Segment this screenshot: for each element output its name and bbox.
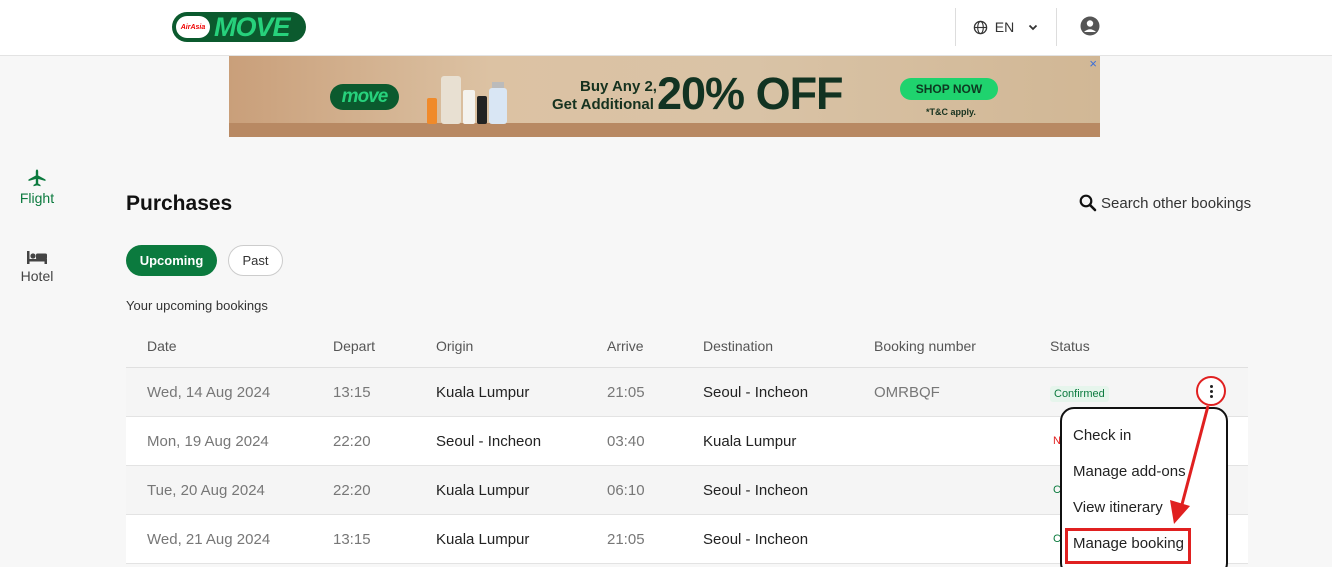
products-image: [427, 76, 507, 124]
cell-destination: Seoul - Incheon: [703, 384, 809, 401]
cell-date: Tue, 20 Aug 2024: [147, 482, 265, 499]
sidebar-item-flight[interactable]: Flight: [12, 168, 62, 206]
banner-tnc: *T&C apply.: [926, 107, 976, 117]
cell-date: Wed, 14 Aug 2024: [147, 384, 271, 401]
user-account-icon[interactable]: [1080, 16, 1100, 36]
cell-depart: 13:15: [333, 531, 371, 548]
tab-upcoming[interactable]: Upcoming: [126, 245, 217, 276]
cell-date: Wed, 21 Aug 2024: [147, 531, 271, 548]
bookings-subtitle: Your upcoming bookings: [126, 298, 268, 313]
logo-wordmark: MOVE: [214, 12, 291, 42]
banner-text-line1: Buy Any 2,: [580, 78, 657, 95]
cell-origin: Kuala Lumpur: [436, 531, 530, 548]
menu-item-check-in[interactable]: Check in: [1073, 427, 1131, 444]
more-options-button[interactable]: [1196, 376, 1226, 406]
header-date: Date: [147, 338, 177, 354]
status-badge: Confirmed: [1050, 386, 1109, 402]
cell-origin: Kuala Lumpur: [436, 384, 530, 401]
header-destination: Destination: [703, 338, 774, 354]
airasia-badge: AirAsia: [176, 16, 210, 38]
bed-icon: [27, 251, 47, 264]
banner-discount: 20% OFF: [657, 68, 844, 119]
header-booking-number: Booking number: [874, 338, 976, 354]
header-depart: Depart: [333, 338, 376, 354]
search-icon: [1079, 194, 1097, 212]
menu-item-view-itinerary[interactable]: View itinerary: [1073, 499, 1163, 516]
banner-close-icon[interactable]: ×: [1089, 56, 1097, 71]
plane-icon: [28, 169, 46, 187]
cell-depart: 13:15: [333, 384, 371, 401]
banner-move-logo: move: [330, 84, 399, 110]
cell-destination: Kuala Lumpur: [703, 433, 797, 450]
cell-arrive: 06:10: [607, 482, 645, 499]
cell-origin: Seoul - Incheon: [436, 433, 542, 450]
page-title: Purchases: [126, 192, 233, 215]
cell-arrive: 21:05: [607, 384, 645, 401]
cell-destination: Seoul - Incheon: [703, 531, 809, 548]
cell-origin: Kuala Lumpur: [436, 482, 530, 499]
menu-item-manage-addons[interactable]: Manage add-ons: [1073, 463, 1186, 480]
sidebar-item-hotel[interactable]: Hotel: [12, 248, 62, 284]
language-selector[interactable]: EN: [955, 8, 1057, 46]
cell-destination: Seoul - Incheon: [703, 482, 809, 499]
shop-now-button[interactable]: SHOP NOW: [900, 78, 998, 100]
header-origin: Origin: [436, 338, 474, 354]
tab-past[interactable]: Past: [228, 245, 283, 276]
cell-booking-number: OMRBQF: [874, 384, 940, 401]
chevron-down-icon: [1029, 24, 1038, 31]
table-header: Date Depart Origin Arrive Destination Bo…: [126, 330, 1248, 368]
highlight-annotation-box: [1065, 528, 1191, 564]
kebab-icon: [1209, 384, 1213, 399]
search-other-bookings[interactable]: Search other bookings: [1078, 193, 1251, 213]
cell-depart: 22:20: [333, 433, 371, 450]
cell-date: Mon, 19 Aug 2024: [147, 433, 269, 450]
cell-arrive: 03:40: [607, 433, 645, 450]
airasia-move-logo[interactable]: AirAsia MOVE: [172, 12, 306, 42]
sidebar-item-label: Hotel: [20, 268, 54, 284]
banner-text-line2: Get Additional: [552, 96, 654, 113]
globe-icon: [973, 20, 988, 34]
header-status: Status: [1050, 338, 1090, 354]
cell-depart: 22:20: [333, 482, 371, 499]
banner-shelf: [229, 123, 1100, 137]
language-label: EN: [994, 19, 1015, 35]
cell-arrive: 21:05: [607, 531, 645, 548]
search-label: Search other bookings: [1101, 194, 1252, 212]
header-arrive: Arrive: [607, 338, 644, 354]
top-header: AirAsia MOVE EN: [0, 0, 1332, 56]
sidebar-item-label: Flight: [19, 190, 55, 206]
promo-banner[interactable]: move Buy Any 2, Get Additional 20% OFF S…: [229, 56, 1100, 137]
